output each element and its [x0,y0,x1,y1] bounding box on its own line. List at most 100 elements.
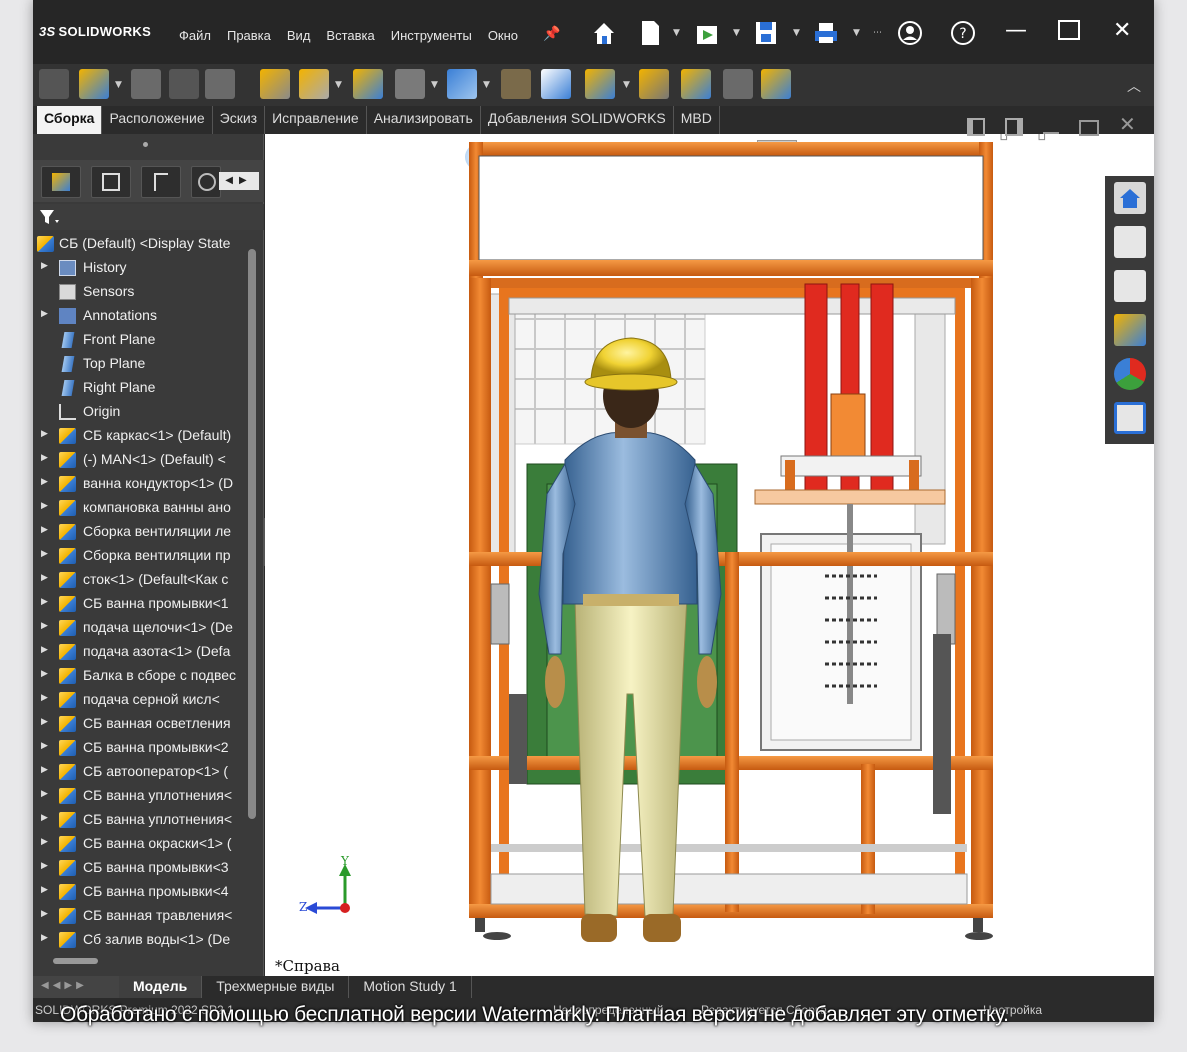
expand-arrow-icon[interactable]: ▶ [41,260,48,271]
menu-tools[interactable]: Инструменты [391,28,472,43]
maximize-button[interactable] [1058,20,1080,40]
tab-3d-views[interactable]: Трехмерные виды [202,976,350,998]
file-explorer-icon[interactable] [1114,270,1146,302]
new-motion-study-icon[interactable] [501,69,531,99]
expand-arrow-icon[interactable]: ▶ [41,452,48,463]
feature-manager-tab[interactable] [41,166,81,198]
tree-item[interactable]: Top Plane [33,352,243,376]
component-preview-icon[interactable] [169,69,199,99]
tree-item[interactable]: ▶ Сб залив воды<1> (De [33,928,243,952]
tab-scroll-arrows-icon[interactable]: ◀▶ [219,172,259,190]
tree-item[interactable]: ▶ СБ ванная осветления [33,712,243,736]
instant3d-icon[interactable] [639,69,669,99]
design-library-icon[interactable] [1114,226,1146,258]
tree-item[interactable]: ▶ ванна кондуктор<1> (D [33,472,243,496]
property-manager-tab[interactable] [91,166,131,198]
expand-arrow-icon[interactable]: ▶ [41,860,48,871]
tree-item[interactable]: ▶ СБ ванна окраски<1> ( [33,832,243,856]
save-icon[interactable] [753,18,779,48]
tree-item[interactable]: ▶ СБ автооператор<1> ( [33,760,243,784]
expand-arrow-icon[interactable]: ▶ [41,500,48,511]
solidworks-resources-icon[interactable] [1114,182,1146,214]
reference-geometry-icon[interactable] [447,69,477,99]
menu-insert[interactable]: Вставка [326,28,374,43]
save-dropdown-icon[interactable]: ▼ [793,28,800,38]
insert-dropdown-icon[interactable]: ▼ [115,80,122,90]
interference-detection-icon[interactable] [681,69,711,99]
new-document-icon[interactable] [637,18,663,48]
viewport-tile-left-button[interactable] [967,118,985,136]
expand-arrow-icon[interactable]: ▶ [41,572,48,583]
insert-components-icon[interactable] [79,69,109,99]
tree-item[interactable]: ▶ СБ ванна уплотнения< [33,808,243,832]
more-icon[interactable]: ⋯ [873,28,882,38]
open-icon[interactable] [693,18,719,48]
tree-item[interactable]: ▶ СБ ванна промывки<3 [33,856,243,880]
menu-file[interactable]: Файл [179,28,211,43]
tree-item[interactable]: ▶ СБ ванна промывки<1 [33,592,243,616]
dimxpert-tab[interactable] [191,166,221,198]
tree-item[interactable]: ▶ СБ ванная травления< [33,904,243,928]
tree-item[interactable]: ▶ Балка в сборе с подвес [33,664,243,688]
expand-arrow-icon[interactable]: ▶ [41,740,48,751]
close-button[interactable]: ✕ [1113,18,1131,43]
tab-layout[interactable]: Расположение [102,106,213,134]
viewport-restore-button[interactable] [1079,120,1099,136]
edit-component-icon[interactable] [39,69,69,99]
user-account-icon[interactable] [897,18,923,48]
tree-item[interactable]: ▶ СБ ванна промывки<4 [33,880,243,904]
viewport-tile-right-button[interactable] [1005,118,1023,136]
tree-item[interactable]: ▶ сток<1> (Default<Как с [33,568,243,592]
menu-edit[interactable]: Правка [227,28,271,43]
filter-icon[interactable] [39,208,59,226]
expand-arrow-icon[interactable]: ▶ [41,908,48,919]
tree-horizontal-scrollbar[interactable] [53,958,98,964]
tree-item[interactable]: Right Plane [33,376,243,400]
expand-arrow-icon[interactable]: ▶ [41,644,48,655]
expand-arrow-icon[interactable]: ▶ [41,884,48,895]
expand-arrow-icon[interactable]: ▶ [41,668,48,679]
tree-item[interactable]: ▶ Сборка вентиляции пр [33,544,243,568]
tree-item[interactable]: Sensors [33,280,243,304]
tab-nav-arrows-icon[interactable]: ◀◀▶▶ [33,976,119,998]
tree-item[interactable]: ▶ подача азота<1> (Defa [33,640,243,664]
tree-item[interactable]: Front Plane [33,328,243,352]
expand-arrow-icon[interactable]: ▶ [41,548,48,559]
linear-pattern-icon[interactable] [205,69,235,99]
print-icon[interactable] [813,18,839,48]
expand-arrow-icon[interactable]: ▶ [41,308,48,319]
exploded-view-icon[interactable] [585,69,615,99]
move-component-icon[interactable] [299,69,329,99]
minimize-button[interactable]: — [1005,18,1027,43]
tab-assembly[interactable]: Сборка [37,106,103,134]
graphics-area[interactable]: ▯ ▯ [265,134,1154,976]
expand-arrow-icon[interactable]: ▶ [41,836,48,847]
tab-mbd[interactable]: MBD [674,106,720,134]
home-icon[interactable] [591,18,617,48]
new-dropdown-icon[interactable]: ▼ [673,28,680,38]
print-dropdown-icon[interactable]: ▼ [853,28,860,38]
tab-motion-study[interactable]: Motion Study 1 [349,976,472,998]
menu-window[interactable]: Окно [488,28,518,43]
menu-view[interactable]: Вид [287,28,311,43]
snapshot-icon[interactable] [723,69,753,99]
tab-model[interactable]: Модель [119,976,203,998]
open-dropdown-icon[interactable]: ▼ [733,28,740,38]
tab-markup[interactable]: Исправление [265,106,367,134]
tree-item[interactable]: ▶ (-) MAN<1> (Default) < [33,448,243,472]
pin-icon[interactable]: 📌 [543,26,560,42]
viewport-minimize-button[interactable] [1043,132,1059,134]
expand-arrow-icon[interactable]: ▶ [41,596,48,607]
viewport-close-button[interactable]: ✕ [1119,112,1136,136]
show-hidden-components-icon[interactable] [353,69,383,99]
tree-item[interactable]: ▶ History [33,256,243,280]
expand-arrow-icon[interactable]: ▶ [41,812,48,823]
collapse-toolbar-icon[interactable]: ︿ [1127,76,1141,96]
expand-arrow-icon[interactable]: ▶ [41,764,48,775]
expand-arrow-icon[interactable]: ▶ [41,524,48,535]
tree-item[interactable]: ▶ Annotations [33,304,243,328]
panel-grip-icon[interactable] [143,142,148,147]
reference-dropdown-icon[interactable]: ▼ [483,80,490,90]
custom-properties-icon[interactable] [1114,402,1146,434]
appearances-icon[interactable] [1114,358,1146,390]
